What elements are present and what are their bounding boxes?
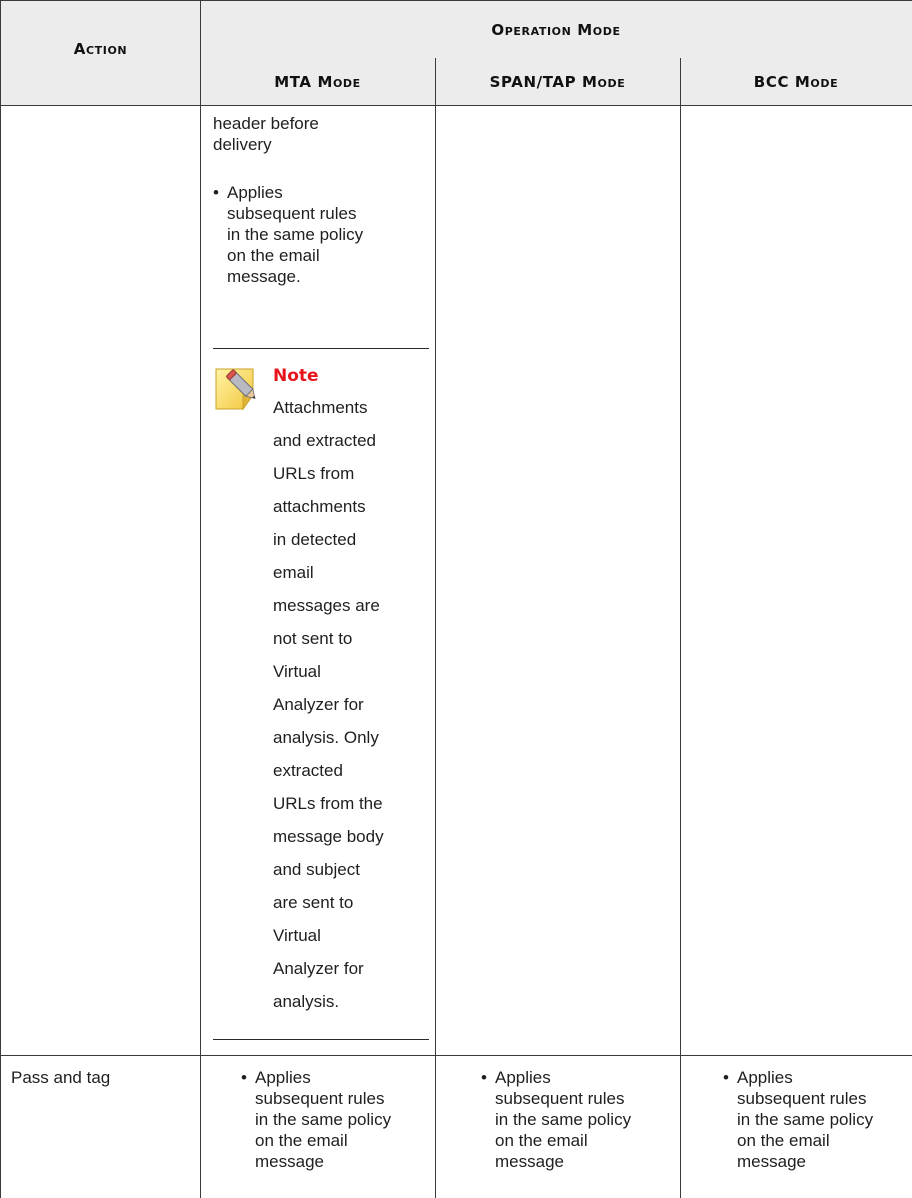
note-pencil-icon: [215, 368, 256, 411]
note-line: messages are: [273, 596, 380, 615]
note-line: and subject: [273, 860, 360, 879]
text-line: on the email: [495, 1131, 588, 1150]
text-line: subsequent rules: [227, 204, 357, 223]
note-line: message body: [273, 827, 384, 846]
note-line: analysis.: [273, 992, 340, 1011]
bullet-glyph: •: [481, 1068, 487, 1087]
table-border-left: [0, 0, 1, 1198]
note-line: URLs from the: [273, 794, 383, 813]
bullet-glyph: •: [213, 183, 219, 202]
note-line: Analyzer for: [273, 695, 364, 714]
header-operation-mode: Operation Mode: [200, 0, 912, 59]
text-line: message.: [227, 267, 301, 286]
header-span-tap-mode-label: SPAN/TAP Mode: [489, 72, 626, 91]
note-line: extracted: [273, 761, 343, 780]
text-line: subsequent rules: [495, 1089, 625, 1108]
header-bcc-mode-label: BCC Mode: [753, 72, 839, 91]
text-line: in the same policy: [737, 1110, 874, 1129]
action-mode-table: Action Operation Mode MTA Mode SPAN/TAP …: [0, 0, 912, 1198]
text-line: subsequent rules: [737, 1089, 867, 1108]
text-line: on the email: [737, 1131, 830, 1150]
note-line: in detected: [273, 530, 357, 549]
bullet-glyph: •: [241, 1068, 247, 1087]
bullet-glyph: •: [723, 1068, 729, 1087]
note-line: not sent to: [273, 629, 353, 648]
text-line: in the same policy: [495, 1110, 632, 1129]
column-divider-mta: [435, 58, 436, 1198]
mta-continuation-text: header before delivery: [213, 113, 319, 155]
text-line: Applies: [495, 1068, 551, 1087]
note-line: are sent to: [273, 893, 354, 912]
text-line: subsequent rules: [255, 1089, 385, 1108]
note-line: Analyzer for: [273, 959, 364, 978]
note-line: email: [273, 563, 314, 582]
bullet-text: Applies subsequent rules in the same pol…: [227, 182, 363, 287]
note-bottom-rule: [213, 1039, 429, 1040]
text-line: Applies: [227, 183, 283, 202]
note-title: Note: [273, 366, 319, 386]
note-line: URLs from: [273, 464, 355, 483]
header-span-tap-mode: SPAN/TAP Mode: [435, 58, 681, 106]
note-line: Virtual: [273, 926, 321, 945]
text-line: on the email: [255, 1131, 348, 1150]
note-line: and extracted: [273, 431, 377, 450]
note-line: Virtual: [273, 662, 321, 681]
header-mta-mode-label: MTA Mode: [274, 72, 361, 91]
action-pass-and-tag: Pass and tag: [11, 1068, 111, 1087]
text-line: in the same policy: [255, 1110, 392, 1129]
note-line: attachments: [273, 497, 366, 516]
text-line: in the same policy: [227, 225, 364, 244]
note-line: analysis. Only: [273, 728, 379, 747]
text-line: delivery: [213, 135, 272, 154]
bullet-text: Applies subsequent rules in the same pol…: [255, 1067, 391, 1172]
text-line: message: [737, 1152, 806, 1171]
column-divider-action: [200, 0, 201, 1198]
bullet-text: Applies subsequent rules in the same pol…: [737, 1067, 873, 1172]
header-action-label: Action: [73, 40, 128, 58]
header-operation-mode-label: Operation Mode: [491, 20, 621, 39]
text-line: Applies: [255, 1068, 311, 1087]
header-mta-mode: MTA Mode: [200, 58, 436, 106]
text-line: message: [495, 1152, 564, 1171]
text-line: message: [255, 1152, 324, 1171]
text-line: Applies: [737, 1068, 793, 1087]
column-divider-span: [680, 58, 681, 1198]
note-line: Attachments: [273, 398, 368, 417]
note-top-rule: [213, 348, 429, 349]
header-bcc-mode: BCC Mode: [680, 58, 912, 106]
header-action: Action: [0, 0, 201, 106]
row-divider: [0, 1055, 912, 1056]
text-line: header before: [213, 114, 319, 133]
bullet-text: Applies subsequent rules in the same pol…: [495, 1067, 631, 1172]
text-line: on the email: [227, 246, 320, 265]
